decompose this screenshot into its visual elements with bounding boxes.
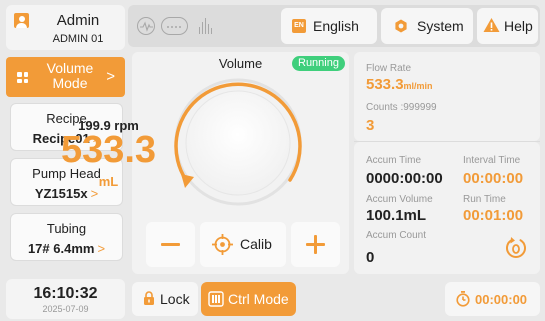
decrease-button[interactable] [146,222,195,267]
system-button[interactable]: System [381,8,473,44]
minus-icon [161,243,180,246]
tubing-value: 17# 6.4mm > [27,241,106,256]
calib-label: Calib [240,236,272,252]
dots-icon [161,17,188,35]
ctrl-mode-icon [208,291,224,307]
ctrl-mode-button[interactable]: Ctrl Mode [201,282,296,316]
flow-rate-label: Flow Rate [366,63,412,74]
bars-icon [198,18,214,34]
run-time-label: Run Time [463,194,506,205]
interval-time-value: 00:00:00 [463,170,524,187]
tubing-label: Tubing [46,221,87,236]
user-card[interactable]: Admin ADMIN 01 [6,5,125,50]
language-icon: EN [292,19,306,33]
user-id: ADMIN 01 [52,33,104,45]
interval-time-label: Interval Time [463,155,521,166]
volume-value: 533.3 [60,129,157,171]
warning-icon [483,18,500,32]
timer-button[interactable]: 00:00:00 [445,282,540,316]
clock: 16:10:32 2025-07-09 [6,279,125,319]
accum-volume-value: 100.1mL [366,207,427,224]
counts-label: Counts :999999 [366,102,437,113]
accum-count-value: 0 [366,249,375,266]
ctrl-mode-label: Ctrl Mode [228,291,289,307]
run-time-value: 00:01:00 [463,207,524,224]
help-label: Help [504,18,533,34]
increase-button[interactable] [291,222,340,267]
pulse-icon [137,17,155,35]
reset-icon[interactable] [505,237,527,259]
language-label: English [313,18,359,34]
timer-value: 00:00:00 [475,292,528,307]
accum-time-label: Accum Time [366,155,422,166]
gear-icon [395,19,407,33]
target-icon [212,234,233,255]
timer-icon [456,291,470,307]
lock-icon [144,291,154,305]
lock-button[interactable]: Lock [132,282,198,316]
chevron-right-icon: > [97,241,106,256]
chevron-right-icon: > [106,68,115,85]
flow-rate-value: 533.3ml/min [366,76,433,93]
user-name: Admin [56,12,100,29]
mode-button[interactable]: Volume Mode > [6,57,125,97]
volume-unit: mL [98,174,119,189]
help-button[interactable]: Help [477,8,538,44]
grid-icon [17,72,28,83]
accum-volume-label: Accum Volume [366,194,433,205]
clock-time: 16:10:32 [33,285,98,302]
accum-time-value: 0000:00:00 [366,170,443,187]
tubing-card[interactable]: Tubing 17# 6.4mm > [10,213,123,261]
counts-value: 3 [366,117,375,134]
accum-count-label: Accum Count [366,230,427,241]
user-icon [14,13,29,28]
language-button[interactable]: EN English [281,8,377,44]
lock-label: Lock [160,291,190,307]
system-label: System [417,18,464,34]
top-bar: EN English System Help [128,5,540,47]
calib-button[interactable]: Calib [200,222,286,267]
clock-date: 2025-07-09 [42,304,89,314]
mode-label: Volume Mode [46,60,94,91]
status-badge: Running [292,56,345,71]
